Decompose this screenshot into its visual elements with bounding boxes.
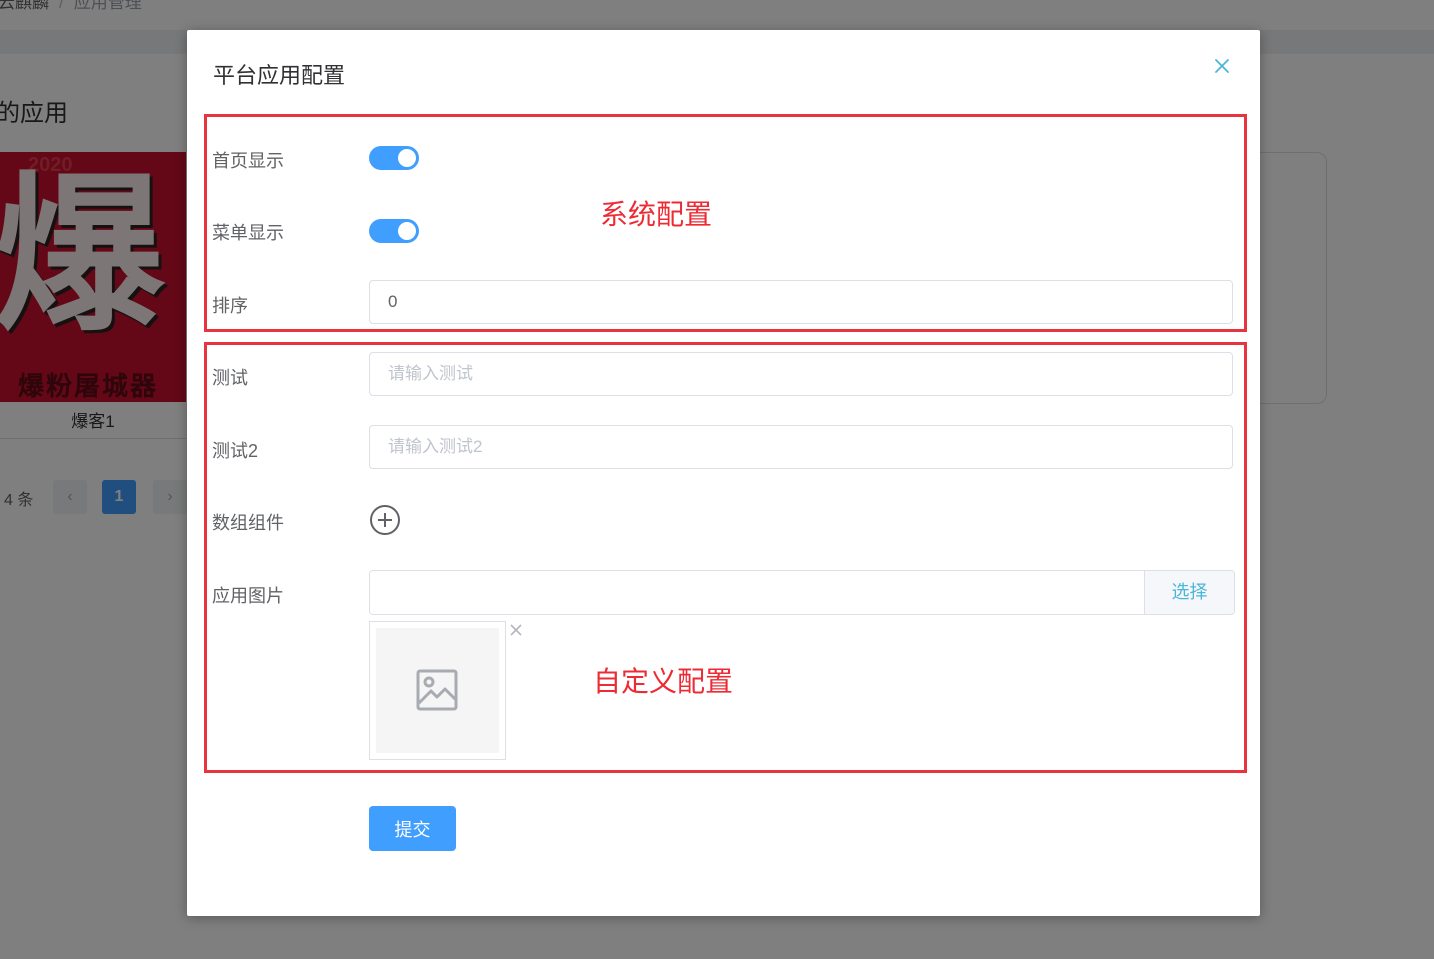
custom-config-box xyxy=(204,342,1247,773)
close-icon[interactable] xyxy=(1210,54,1234,78)
system-config-box xyxy=(204,114,1247,332)
system-config-annotation: 系统配置 xyxy=(600,199,713,230)
submit-button[interactable]: 提交 xyxy=(369,806,456,851)
custom-config-annotation: 自定义配置 xyxy=(593,666,734,697)
dialog-title: 平台应用配置 xyxy=(213,63,346,88)
